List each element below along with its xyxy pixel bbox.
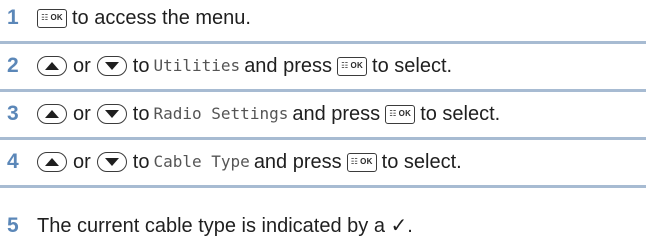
step-content: or to Utilities and press ☷ OK to select. (37, 54, 452, 78)
menu-ok-key-icon: ☷ OK (385, 104, 416, 124)
up-arrow-key-icon (37, 152, 67, 172)
to-select-text: to select. (372, 55, 453, 77)
menu-item-name: Utilities (153, 56, 241, 75)
and-press-text: and press (244, 55, 333, 77)
step-content: or to Radio Settings and press ☷ OK to se… (37, 102, 500, 126)
or-text: or (73, 103, 91, 125)
step-1: 1 ☷ OK to access the menu. (0, 6, 646, 30)
step-number: 1 (7, 6, 19, 29)
divider (0, 137, 646, 140)
step-content: The current cable type is indicated by a… (37, 214, 413, 238)
step-number: 4 (7, 150, 19, 173)
step-3: 3 or to Radio Settings and press ☷ OK to … (0, 102, 646, 126)
to-select-text: to select. (381, 151, 462, 173)
menu-item-name: Radio Settings (153, 104, 289, 123)
and-press-text: and press (253, 151, 342, 173)
step-text: The current cable type is indicated by a… (37, 215, 413, 237)
menu-ok-key-icon: ☷ OK (337, 56, 368, 76)
down-arrow-key-icon (96, 104, 127, 124)
step-content: or to Cable Type and press ☷ OK to select… (37, 150, 462, 174)
to-text: to (132, 151, 150, 173)
step-number: 2 (7, 54, 19, 77)
down-arrow-key-icon (96, 56, 127, 76)
menu-item-name: Cable Type (153, 152, 250, 171)
step-2: 2 or to Utilities and press ☷ OK to selec… (0, 54, 646, 78)
or-text: or (73, 55, 91, 77)
step-content: ☷ OK to access the menu. (37, 6, 251, 30)
up-arrow-key-icon (37, 104, 67, 124)
divider (0, 89, 646, 92)
procedure-steps: 1 ☷ OK to access the menu. 2 or to Utilit… (0, 0, 646, 247)
divider (0, 41, 646, 44)
up-arrow-key-icon (37, 56, 67, 76)
and-press-text: and press (292, 103, 381, 125)
menu-ok-key-icon: ☷ OK (37, 8, 67, 28)
down-arrow-key-icon (96, 152, 127, 172)
menu-ok-key-icon: ☷ OK (346, 152, 377, 172)
step-4: 4 or to Cable Type and press ☷ OK to sele… (0, 150, 646, 174)
or-text: or (73, 151, 91, 173)
to-select-text: to select. (420, 103, 501, 125)
step-text: to access the menu. (72, 7, 251, 29)
step-number: 3 (7, 102, 19, 125)
to-text: to (132, 103, 150, 125)
divider (0, 185, 646, 188)
step-5: 5 The current cable type is indicated by… (0, 214, 646, 238)
to-text: to (132, 55, 150, 77)
step-number: 5 (7, 214, 19, 237)
